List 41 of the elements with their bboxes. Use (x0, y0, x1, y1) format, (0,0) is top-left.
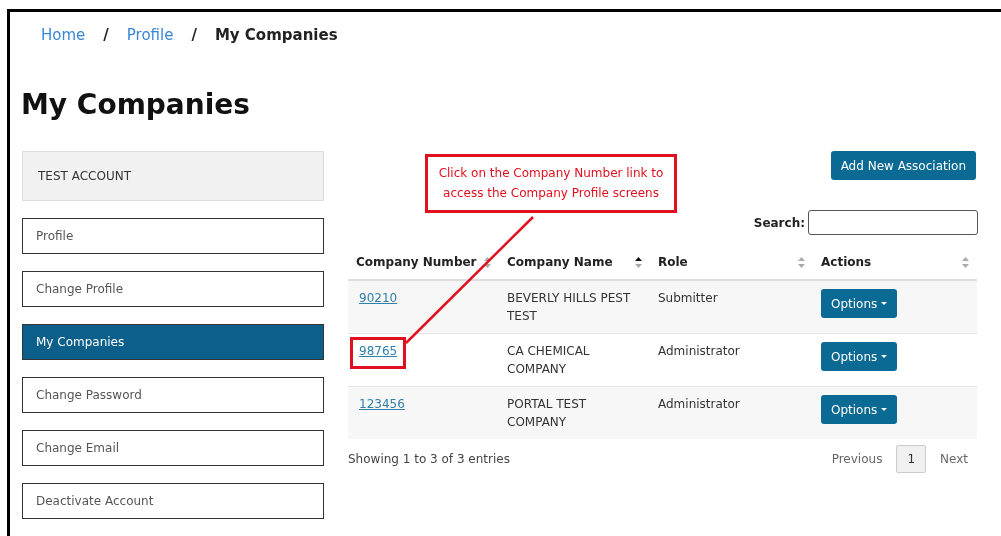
company-name: BEVERLY HILLS PEST TEST (507, 291, 631, 323)
breadcrumb-separator: / (103, 26, 109, 44)
company-name: PORTAL TEST COMPANY (507, 397, 587, 429)
entries-info: Showing 1 to 3 of 3 entries (348, 452, 510, 466)
page-button[interactable]: 1 (896, 445, 927, 473)
column-header[interactable]: Actions (821, 255, 872, 269)
callout: Click on the Company Number link to access the Company Profile screens (425, 154, 677, 213)
breadcrumb-current: My Companies (214, 26, 338, 44)
caret-icon (881, 408, 888, 411)
options-button[interactable]: Options (821, 289, 898, 318)
column-header[interactable]: Company Name (507, 255, 613, 269)
sort-icon[interactable] (635, 256, 642, 268)
company-number-link[interactable]: 90210 (359, 289, 398, 307)
add-association-button[interactable]: Add New Association (830, 151, 976, 180)
breadcrumb-link[interactable]: Profile (126, 26, 174, 44)
column-header[interactable]: Company Number (356, 255, 477, 269)
sidebar-item[interactable]: Change Email (22, 430, 324, 466)
sidebar-item[interactable]: Deactivate Account (22, 483, 324, 519)
column-header[interactable]: Role (658, 255, 688, 269)
sidebar-item[interactable]: My Companies (22, 324, 324, 360)
next-link[interactable]: Next (930, 446, 978, 472)
breadcrumb-link[interactable]: Home (41, 26, 86, 44)
breadcrumb-separator: / (191, 26, 197, 44)
sidebar-item[interactable]: Profile (22, 218, 324, 254)
caret-icon (881, 302, 888, 305)
company-name: CA CHEMICAL COMPANY (507, 344, 590, 376)
sidebar-item[interactable]: Change Password (22, 377, 324, 413)
page-title: My Companies (21, 88, 251, 121)
sidebar-item[interactable]: Change Profile (22, 271, 324, 307)
options-button[interactable]: Options (821, 342, 898, 371)
account-header: TEST ACCOUNT (22, 151, 324, 201)
previous-link[interactable]: Previous (821, 446, 893, 472)
search-label: Search: (753, 215, 805, 230)
company-number-link[interactable]: 123456 (359, 395, 405, 413)
role: Administrator (658, 397, 740, 411)
role: Submitter (658, 291, 718, 305)
caret-icon (881, 355, 888, 358)
role: Administrator (658, 344, 740, 358)
search-field[interactable] (808, 210, 978, 235)
company-number-link[interactable]: 98765 (359, 342, 398, 360)
options-button[interactable]: Options (821, 395, 898, 424)
